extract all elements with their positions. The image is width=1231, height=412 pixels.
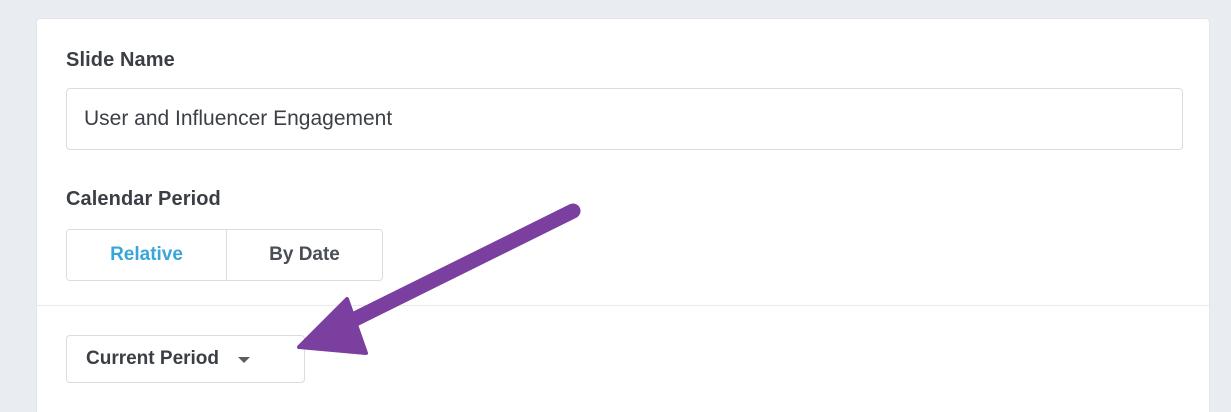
relative-option-button[interactable]: Relative — [67, 230, 227, 280]
current-period-label: Current Period — [86, 348, 220, 369]
slide-settings-panel: Slide Name Calendar Period Relative By D… — [36, 18, 1210, 412]
caret-down-icon — [238, 357, 251, 363]
calendar-period-label: Calendar Period — [66, 188, 221, 210]
current-period-dropdown[interactable]: Current Period — [66, 335, 305, 383]
calendar-period-toggle: Relative By Date — [66, 229, 383, 281]
slide-name-label: Slide Name — [66, 49, 175, 71]
by-date-option-button[interactable]: By Date — [227, 230, 382, 280]
slide-name-input[interactable] — [66, 88, 1183, 150]
section-divider — [37, 305, 1209, 306]
